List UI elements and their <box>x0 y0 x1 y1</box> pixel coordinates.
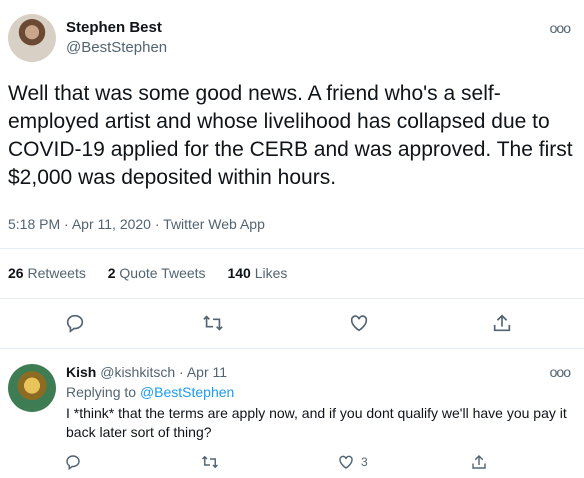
meta-separator: · <box>154 216 160 232</box>
likes-stat[interactable]: 140 Likes <box>227 265 287 281</box>
quotes-count: 2 <box>107 265 116 281</box>
heart-icon <box>339 455 353 469</box>
reply-icon <box>66 314 84 333</box>
like-count: 3 <box>361 455 368 469</box>
reply-author-handle[interactable]: @kishkitsch <box>100 364 175 380</box>
heart-icon <box>350 315 368 332</box>
retweets-stat[interactable]: 26 Retweets <box>8 265 86 281</box>
author-handle[interactable]: @BestStephen <box>66 39 167 56</box>
divider <box>0 348 584 349</box>
replying-to-link[interactable]: @BestStephen <box>140 384 234 400</box>
share-icon <box>472 454 486 469</box>
retweet-icon <box>201 455 219 469</box>
quotes-stat[interactable]: 2 Quote Tweets <box>108 265 206 281</box>
tweet-time[interactable]: 5:18 PM <box>8 216 60 232</box>
tweet-stats: 26 Retweets 2 Quote Tweets 140 Likes <box>8 265 305 281</box>
retweet-button[interactable] <box>202 312 226 336</box>
reply-retweet-button[interactable] <box>201 452 219 472</box>
retweet-icon <box>203 315 223 331</box>
retweets-count: 26 <box>8 265 24 281</box>
divider <box>0 248 584 249</box>
reply-share-button[interactable] <box>470 452 488 472</box>
reply-header: Kish @kishkitsch · Apr 11 <box>66 364 227 380</box>
tweet-meta: 5:18 PM · Apr 11, 2020 · Twitter Web App <box>8 216 265 232</box>
reply-actions: 3 <box>0 452 584 474</box>
retweets-label: Retweets <box>27 265 86 281</box>
tweet-actions <box>0 312 584 336</box>
reply-avatar[interactable] <box>8 364 56 412</box>
reply-like-button[interactable]: 3 <box>337 452 368 472</box>
tweet-date[interactable]: Apr 11, 2020 <box>72 216 151 232</box>
meta-separator: · <box>179 364 184 380</box>
like-button[interactable] <box>348 312 372 336</box>
reply-reply-button[interactable] <box>64 452 82 472</box>
reply-author-name[interactable]: Kish <box>66 364 96 380</box>
reply-icon <box>66 455 80 471</box>
divider <box>0 298 584 299</box>
likes-count: 140 <box>227 265 251 281</box>
reply-button[interactable] <box>64 312 88 336</box>
meta-separator: · <box>64 216 69 232</box>
author-name[interactable]: Stephen Best <box>66 19 162 36</box>
author-avatar[interactable] <box>8 14 56 62</box>
reply-date[interactable]: Apr 11 <box>187 364 227 380</box>
reply-text: I *think* that the terms are apply now, … <box>66 405 567 440</box>
replying-prefix: Replying to <box>66 384 137 400</box>
tweet-text: Well that was some good news. A friend w… <box>8 82 573 189</box>
quotes-label: Quote Tweets <box>119 265 206 281</box>
tweet-source[interactable]: Twitter Web App <box>163 216 265 232</box>
likes-label: Likes <box>254 265 288 281</box>
share-button[interactable] <box>491 312 515 336</box>
share-icon <box>493 314 511 332</box>
reply-more-icon[interactable]: ooo <box>550 364 571 380</box>
more-options-icon[interactable]: ooo <box>550 20 571 36</box>
replying-to: Replying to @BestStephen <box>66 384 234 400</box>
